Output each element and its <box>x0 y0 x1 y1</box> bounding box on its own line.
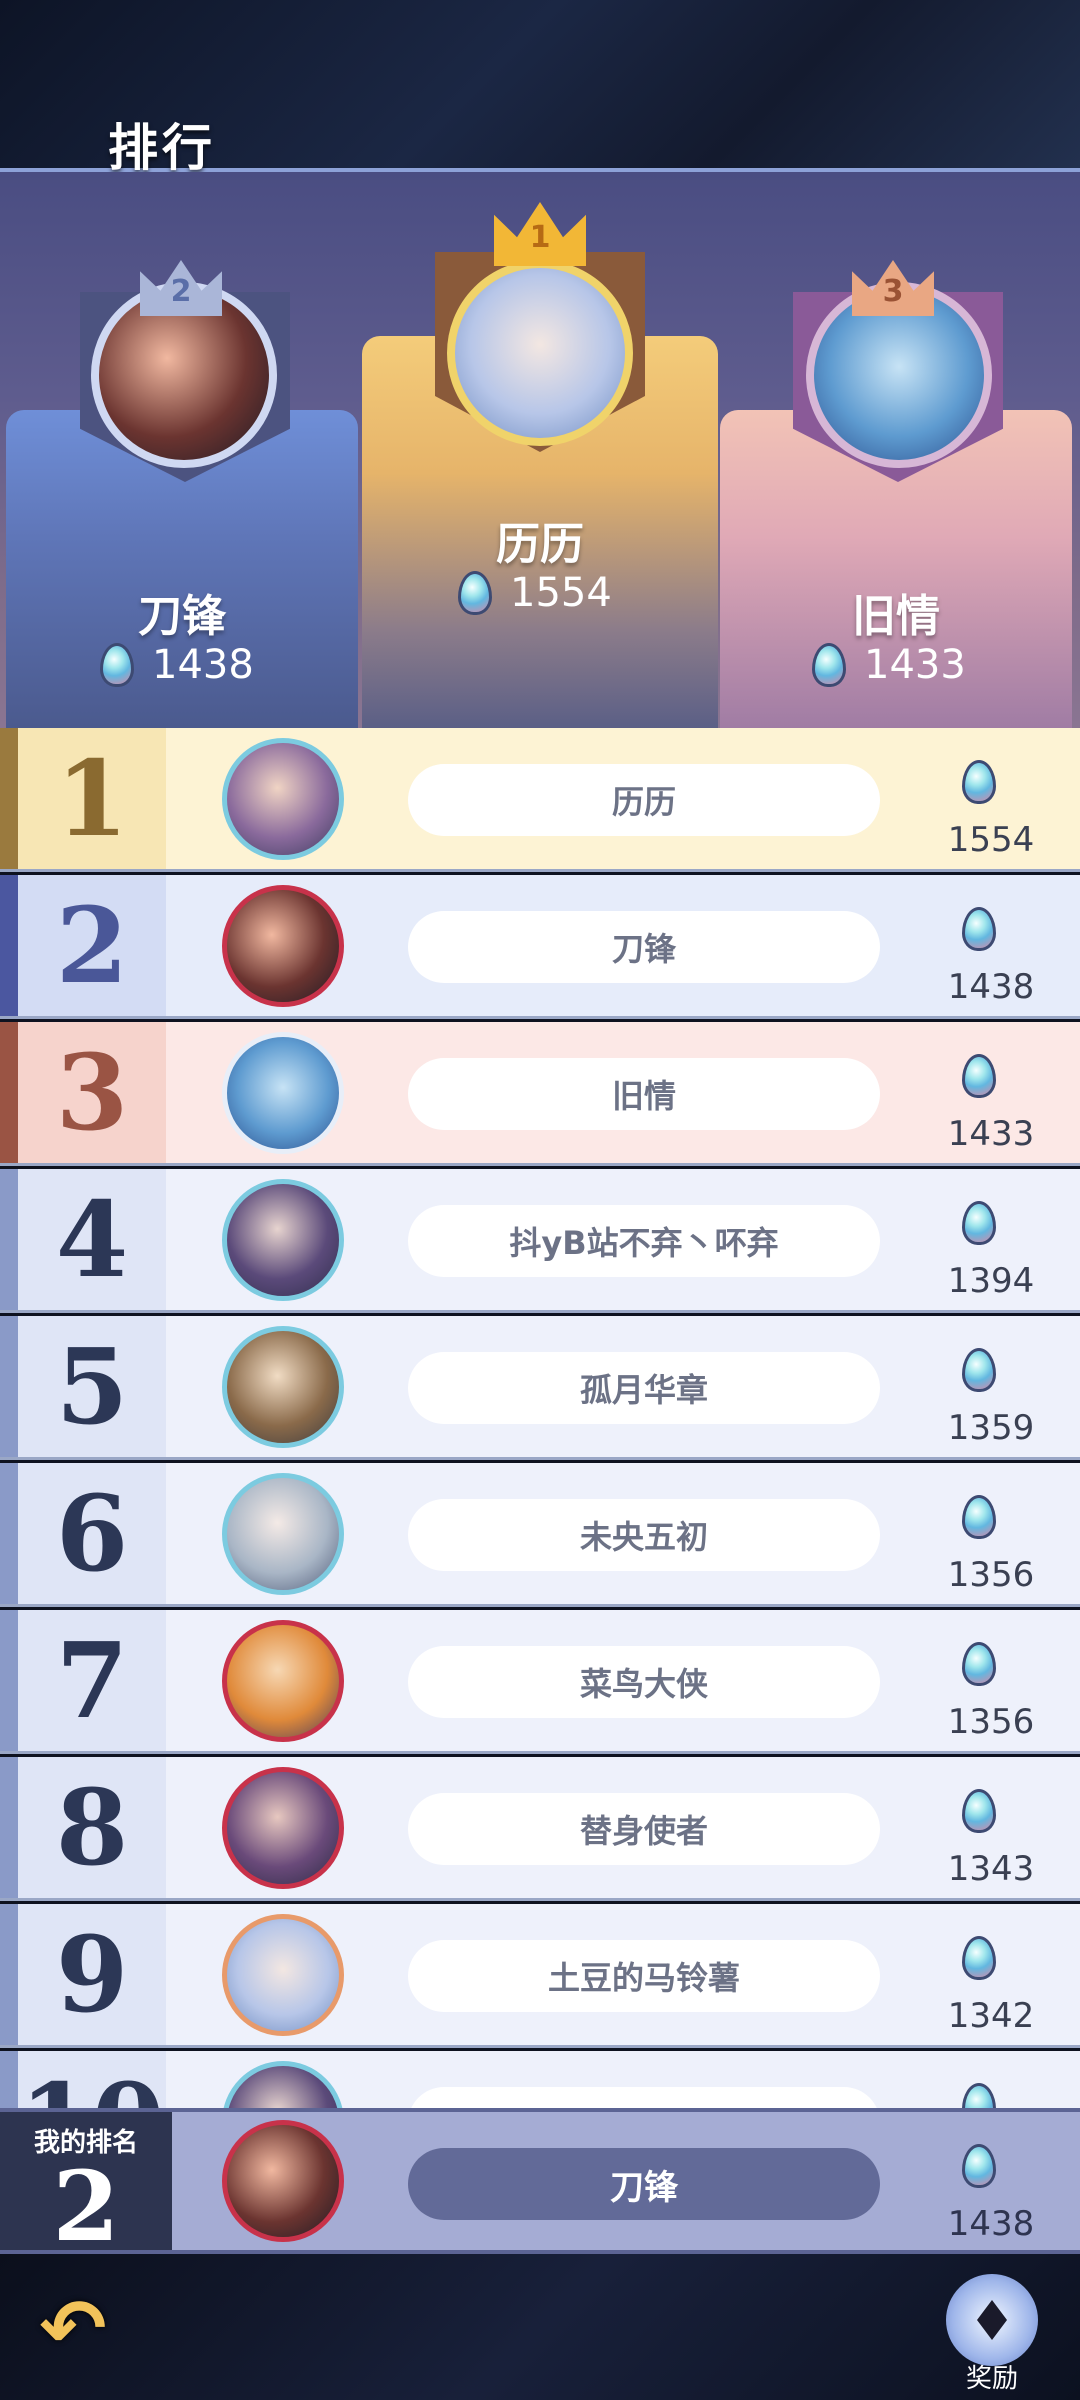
player-score: 1554 <box>947 820 1035 860</box>
list-item[interactable]: 6 未央五初 1356 <box>0 1463 1080 1607</box>
rank-number: 5 <box>18 1316 166 1457</box>
rank-number: 7 <box>18 1610 166 1751</box>
footer: ↶ 奖励 <box>0 2254 1080 2400</box>
player-name <box>408 2087 880 2108</box>
player-avatar[interactable] <box>222 1914 344 2036</box>
player-name: 旧情 <box>408 1058 880 1130</box>
rank-number: 1 <box>18 728 166 869</box>
egg-currency-icon <box>962 1789 996 1837</box>
player-score: 1343 <box>947 1849 1035 1889</box>
podium-first-avatar[interactable] <box>447 260 633 446</box>
player-avatar[interactable] <box>222 1767 344 1889</box>
player-score: 1342 <box>947 1996 1035 2036</box>
egg-currency-icon <box>962 907 996 955</box>
page-title: 排行 <box>108 119 216 177</box>
player-name: 菜鸟大侠 <box>408 1646 880 1718</box>
player-name: 孤月华章 <box>408 1352 880 1424</box>
egg-currency-icon <box>812 643 846 687</box>
player-name: 土豆的马铃薯 <box>408 1940 880 2012</box>
podium-third-name: 旧情 <box>852 591 940 642</box>
crown-third-rank: 3 <box>882 274 904 309</box>
egg-currency-icon <box>100 643 134 687</box>
player-avatar[interactable] <box>222 1473 344 1595</box>
egg-currency-icon <box>962 760 996 808</box>
rank-number: 6 <box>18 1463 166 1604</box>
podium-second-score: 1438 <box>100 642 254 688</box>
egg-currency-icon <box>962 2144 996 2192</box>
rank-number: 10 <box>18 2051 166 2108</box>
player-score: 1359 <box>947 1408 1035 1448</box>
my-rank-bar[interactable]: 我的排名 2 刀锋 1438 <box>0 2108 1080 2255</box>
ranking-list[interactable]: 1 历历 1554 2 刀锋 1438 3 旧情 1433 4 抖yB站不弃丶吥… <box>0 728 1080 2108</box>
crown-second-icon: 2 <box>140 260 222 316</box>
podium-first-name: 历历 <box>496 519 584 570</box>
reward-label[interactable]: 奖励 <box>940 2358 1044 2395</box>
my-rank-number: 2 <box>52 2150 120 2263</box>
podium-first-score: 1554 <box>458 570 612 616</box>
player-score: 1433 <box>947 1114 1035 1154</box>
player-avatar[interactable] <box>222 738 344 860</box>
player-avatar[interactable] <box>222 1179 344 1301</box>
player-name: 刀锋 <box>408 911 880 983</box>
player-score: 1438 <box>947 967 1035 1007</box>
rank-number: 9 <box>18 1904 166 2045</box>
reward-crystal-icon[interactable] <box>946 2274 1038 2366</box>
header: 排行 <box>0 0 1080 177</box>
player-score: 1394 <box>947 1261 1035 1301</box>
crown-third-icon: 3 <box>852 260 934 316</box>
player-name: 替身使者 <box>408 1793 880 1865</box>
egg-currency-icon <box>962 1201 996 1249</box>
list-item[interactable]: 10 <box>0 2051 1080 2108</box>
crown-first-icon: 1 <box>494 202 586 266</box>
podium-third-score-value: 1433 <box>864 642 966 688</box>
list-item[interactable]: 7 菜鸟大侠 1356 <box>0 1610 1080 1754</box>
rank-number: 4 <box>18 1169 166 1310</box>
rank-number: 8 <box>18 1757 166 1898</box>
egg-currency-icon <box>962 1936 996 1984</box>
my-avatar[interactable] <box>222 2120 344 2242</box>
egg-currency-icon <box>962 1348 996 1396</box>
podium-first-score-value: 1554 <box>510 570 612 616</box>
podium: 2 1 3 刀锋 1438 历历 1554 旧情 1433 <box>0 172 1080 728</box>
player-avatar[interactable] <box>222 1032 344 1154</box>
player-name: 抖yB站不弃丶吥弃 <box>408 1205 880 1277</box>
egg-currency-icon <box>962 2083 996 2108</box>
back-arrow-icon[interactable]: ↶ <box>28 2284 118 2374</box>
player-name: 历历 <box>408 764 880 836</box>
player-avatar[interactable] <box>222 885 344 1007</box>
player-avatar[interactable] <box>222 1326 344 1448</box>
egg-currency-icon <box>962 1642 996 1690</box>
player-score: 1356 <box>947 1555 1035 1595</box>
egg-currency-icon <box>458 571 492 615</box>
my-rank-box: 我的排名 2 <box>0 2112 172 2255</box>
crown-second-rank: 2 <box>170 274 192 309</box>
list-item[interactable]: 9 土豆的马铃薯 1342 <box>0 1904 1080 2048</box>
rank-number: 3 <box>18 1022 166 1163</box>
list-item[interactable]: 4 抖yB站不弃丶吥弃 1394 <box>0 1169 1080 1313</box>
list-item[interactable]: 5 孤月华章 1359 <box>0 1316 1080 1460</box>
rank-number: 2 <box>18 875 166 1016</box>
player-avatar[interactable] <box>222 1620 344 1742</box>
diamond-icon <box>977 2300 1007 2340</box>
egg-currency-icon <box>962 1054 996 1102</box>
list-item[interactable]: 2 刀锋 1438 <box>0 875 1080 1019</box>
list-item[interactable]: 1 历历 1554 <box>0 728 1080 872</box>
podium-third-score: 1433 <box>812 642 966 688</box>
player-name: 未央五初 <box>408 1499 880 1571</box>
podium-second-name: 刀锋 <box>138 591 226 642</box>
list-item[interactable]: 8 替身使者 1343 <box>0 1757 1080 1901</box>
podium-second-score-value: 1438 <box>152 642 254 688</box>
my-score: 1438 <box>947 2204 1035 2244</box>
crown-first-rank: 1 <box>529 220 551 255</box>
list-item[interactable]: 3 旧情 1433 <box>0 1022 1080 1166</box>
egg-currency-icon <box>962 1495 996 1543</box>
player-score: 1356 <box>947 1702 1035 1742</box>
player-avatar[interactable] <box>222 2061 344 2108</box>
my-name: 刀锋 <box>408 2148 880 2220</box>
